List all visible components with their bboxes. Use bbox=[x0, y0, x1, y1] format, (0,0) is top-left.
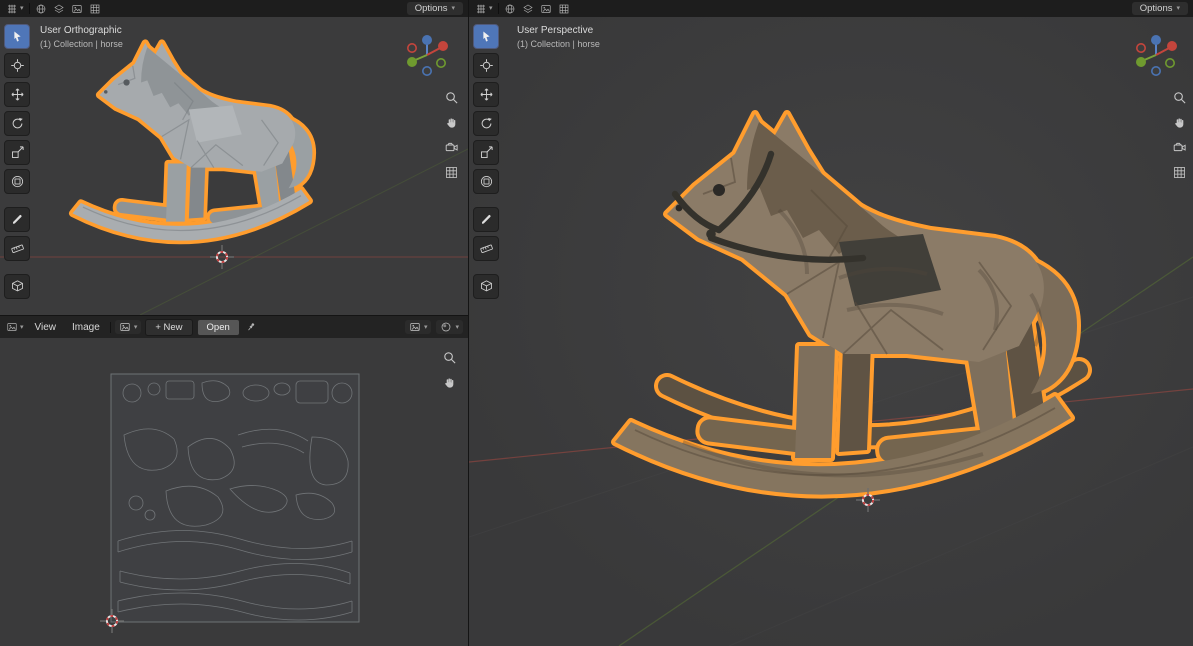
zoom-icon[interactable] bbox=[440, 348, 458, 366]
tool-annotate-button[interactable] bbox=[473, 207, 499, 232]
chevron-down-icon: ▾ bbox=[489, 5, 493, 12]
pin-icon[interactable] bbox=[244, 320, 258, 334]
camera-icon[interactable] bbox=[442, 138, 460, 156]
chevron-down-icon: ▾ bbox=[451, 5, 455, 12]
chevron-down-icon: ▾ bbox=[455, 324, 459, 331]
grid-icon[interactable] bbox=[1170, 163, 1188, 181]
uv-editor-header: ▾ View Image ▾ + New Open ▾ ▾ bbox=[0, 316, 468, 338]
uv-layout[interactable] bbox=[110, 373, 360, 623]
zoom-icon[interactable] bbox=[442, 88, 460, 106]
chevron-down-icon: ▾ bbox=[1176, 5, 1180, 12]
layers-icon[interactable] bbox=[52, 2, 66, 16]
globe-icon[interactable] bbox=[34, 2, 48, 16]
viewport-nav-icons bbox=[442, 88, 460, 181]
new-image-button[interactable]: + New bbox=[145, 319, 192, 336]
viewport-nav-icons bbox=[1170, 88, 1188, 181]
tool-add-cube-button[interactable] bbox=[4, 274, 30, 299]
image-link-dropdown[interactable]: ▾ bbox=[405, 320, 432, 334]
blender-window: ▾ Options▾ User Orthographic (1) Collect… bbox=[0, 0, 1193, 646]
image-browse-dropdown[interactable]: ▾ bbox=[115, 320, 142, 334]
chevron-down-icon: ▾ bbox=[134, 324, 138, 331]
tool-measure-button[interactable] bbox=[4, 236, 30, 261]
display-settings-dropdown[interactable]: ▾ bbox=[436, 320, 463, 334]
layers-icon[interactable] bbox=[521, 2, 535, 16]
pan-icon[interactable] bbox=[442, 113, 460, 131]
3d-cursor bbox=[856, 488, 880, 512]
menu-image[interactable]: Image bbox=[66, 320, 106, 335]
tool-rotate-button[interactable] bbox=[4, 111, 30, 136]
rocking-horse-model[interactable] bbox=[58, 20, 328, 280]
editor-type-button[interactable]: ▾ bbox=[5, 320, 25, 334]
viewport-perspective: ▾ Options▾ User Perspective (1) Collecti… bbox=[469, 0, 1193, 646]
tool-annotate-button[interactable] bbox=[4, 207, 30, 232]
editor-type-button[interactable]: ▾ bbox=[474, 2, 494, 16]
grid-icon[interactable] bbox=[88, 2, 102, 16]
2d-cursor bbox=[100, 609, 124, 633]
globe-icon[interactable] bbox=[503, 2, 517, 16]
header-separator bbox=[110, 322, 111, 333]
uv-image-editor: ▾ View Image ▾ + New Open ▾ ▾ bbox=[0, 316, 468, 646]
chevron-down-icon: ▾ bbox=[424, 324, 428, 331]
tool-move-button[interactable] bbox=[473, 82, 499, 107]
header-separator bbox=[498, 3, 499, 14]
open-image-button[interactable]: Open bbox=[197, 319, 240, 336]
grid-icon[interactable] bbox=[557, 2, 571, 16]
editor-type-button[interactable]: ▾ bbox=[5, 2, 25, 16]
tool-cursor-3d-button[interactable] bbox=[473, 53, 499, 78]
tool-add-cube-button[interactable] bbox=[473, 274, 499, 299]
navigation-gizmo[interactable] bbox=[1133, 32, 1179, 78]
header-separator bbox=[29, 3, 30, 14]
viewport-header: ▾ Options▾ bbox=[0, 0, 468, 17]
tool-tweak-button[interactable] bbox=[473, 24, 499, 49]
options-button[interactable]: Options▾ bbox=[407, 2, 463, 15]
options-label: Options bbox=[1140, 3, 1173, 14]
tool-transform-button[interactable] bbox=[473, 169, 499, 194]
pan-icon[interactable] bbox=[440, 373, 458, 391]
tool-measure-button[interactable] bbox=[473, 236, 499, 261]
options-button[interactable]: Options▾ bbox=[1132, 2, 1188, 15]
viewport-header: ▾ Options▾ bbox=[469, 0, 1193, 17]
tool-cursor-3d-button[interactable] bbox=[4, 53, 30, 78]
3d-cursor bbox=[210, 245, 234, 269]
tool-move-button[interactable] bbox=[4, 82, 30, 107]
tool-transform-button[interactable] bbox=[4, 169, 30, 194]
menu-view[interactable]: View bbox=[29, 320, 63, 335]
tool-scale-button[interactable] bbox=[473, 140, 499, 165]
zoom-icon[interactable] bbox=[1170, 88, 1188, 106]
rocking-horse-model-textured[interactable] bbox=[587, 70, 1107, 570]
chevron-down-icon: ▾ bbox=[20, 324, 24, 331]
toolbar bbox=[473, 24, 499, 299]
toolbar bbox=[4, 24, 30, 299]
tool-tweak-button[interactable] bbox=[4, 24, 30, 49]
image-icon[interactable] bbox=[539, 2, 553, 16]
pan-icon[interactable] bbox=[1170, 113, 1188, 131]
image-icon[interactable] bbox=[70, 2, 84, 16]
grid-icon[interactable] bbox=[442, 163, 460, 181]
navigation-gizmo[interactable] bbox=[404, 32, 450, 78]
tool-rotate-button[interactable] bbox=[473, 111, 499, 136]
viewport-orthographic: ▾ Options▾ User Orthographic (1) Collect… bbox=[0, 0, 468, 315]
tool-scale-button[interactable] bbox=[4, 140, 30, 165]
options-label: Options bbox=[415, 3, 448, 14]
camera-icon[interactable] bbox=[1170, 138, 1188, 156]
uv-nav-icons bbox=[440, 348, 458, 391]
chevron-down-icon: ▾ bbox=[20, 5, 24, 12]
